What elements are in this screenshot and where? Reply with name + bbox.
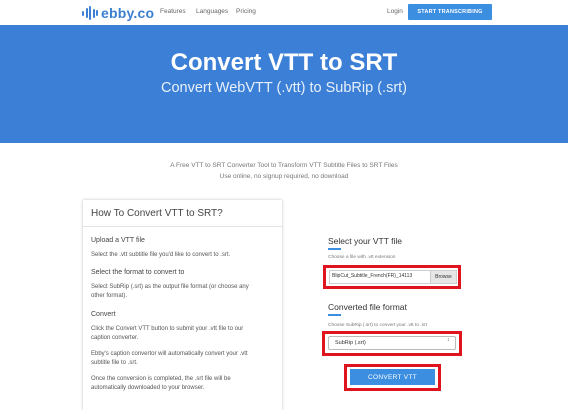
- page-subtitle: Convert WebVTT (.vtt) to SubRip (.srt): [160, 80, 408, 96]
- format-heading: Converted file format: [328, 302, 407, 312]
- file-hint: Choose a file with .vtt extension: [328, 255, 396, 260]
- heading-underline: [328, 314, 341, 316]
- page-title: Convert VTT to SRT: [170, 49, 398, 76]
- file-heading: Select your VTT file: [328, 236, 403, 246]
- step2-text-b: other format).: [91, 293, 128, 299]
- format-hint: Choose SubRip (.srt) to convert your .vt…: [328, 323, 427, 328]
- nav-login[interactable]: Login: [387, 8, 403, 15]
- divider: [83, 226, 282, 227]
- step2-text-a: Select SubRip (.srt) as the output file …: [91, 284, 249, 290]
- start-transcribing-button[interactable]: START TRANSCRIBING: [408, 4, 492, 20]
- step2-heading: Select the format to convert to: [91, 269, 185, 276]
- step3-heading: Convert: [91, 311, 116, 318]
- step3-text-a: Click the Convert VTT button to submit y…: [91, 326, 244, 332]
- intro-line-2: Use online, no signup required, no downl…: [219, 173, 349, 180]
- step1-text: Select the .vtt subtitle file you'd like…: [91, 252, 231, 258]
- file-name: BlipCut_Subtitle_French(FR)_14113: [332, 273, 413, 279]
- step3-text-c: Ebby's caption convertor will automatica…: [91, 351, 248, 357]
- step3-text-f: automatically downloaded to your browser…: [91, 385, 205, 391]
- howto-title: How To Convert VTT to SRT?: [91, 208, 223, 219]
- nav-pricing[interactable]: Pricing: [236, 8, 256, 15]
- intro-line-1: A Free VTT to SRT Converter Tool to Tran…: [170, 162, 398, 169]
- heading-underline: [328, 248, 341, 250]
- step3-text-d: subtitle file to .srt.: [91, 360, 138, 366]
- nav-languages[interactable]: Languages: [196, 8, 228, 15]
- format-select-value: SubRip (.srt): [335, 340, 366, 346]
- nav-features[interactable]: Features: [160, 8, 186, 15]
- top-navbar: ebby.co Features Languages Pricing Login…: [0, 0, 568, 25]
- step3-text-e: Once the conversion is completed, the .s…: [91, 376, 231, 382]
- logo[interactable]: ebby.co: [82, 5, 154, 21]
- hero-banner: Convert VTT to SRT Convert WebVTT (.vtt)…: [0, 25, 568, 143]
- step3-text-b: caption converter.: [91, 335, 139, 341]
- howto-card: How To Convert VTT to SRT? Upload a VTT …: [83, 200, 282, 410]
- browse-button[interactable]: Browse: [430, 271, 456, 283]
- convert-vtt-button[interactable]: CONVERT VTT: [350, 369, 435, 385]
- step1-heading: Upload a VTT file: [91, 237, 145, 244]
- chevron-updown-icon: ↕: [447, 337, 450, 343]
- logo-waveform-icon: [82, 6, 98, 20]
- logo-text: ebby.co: [101, 5, 155, 21]
